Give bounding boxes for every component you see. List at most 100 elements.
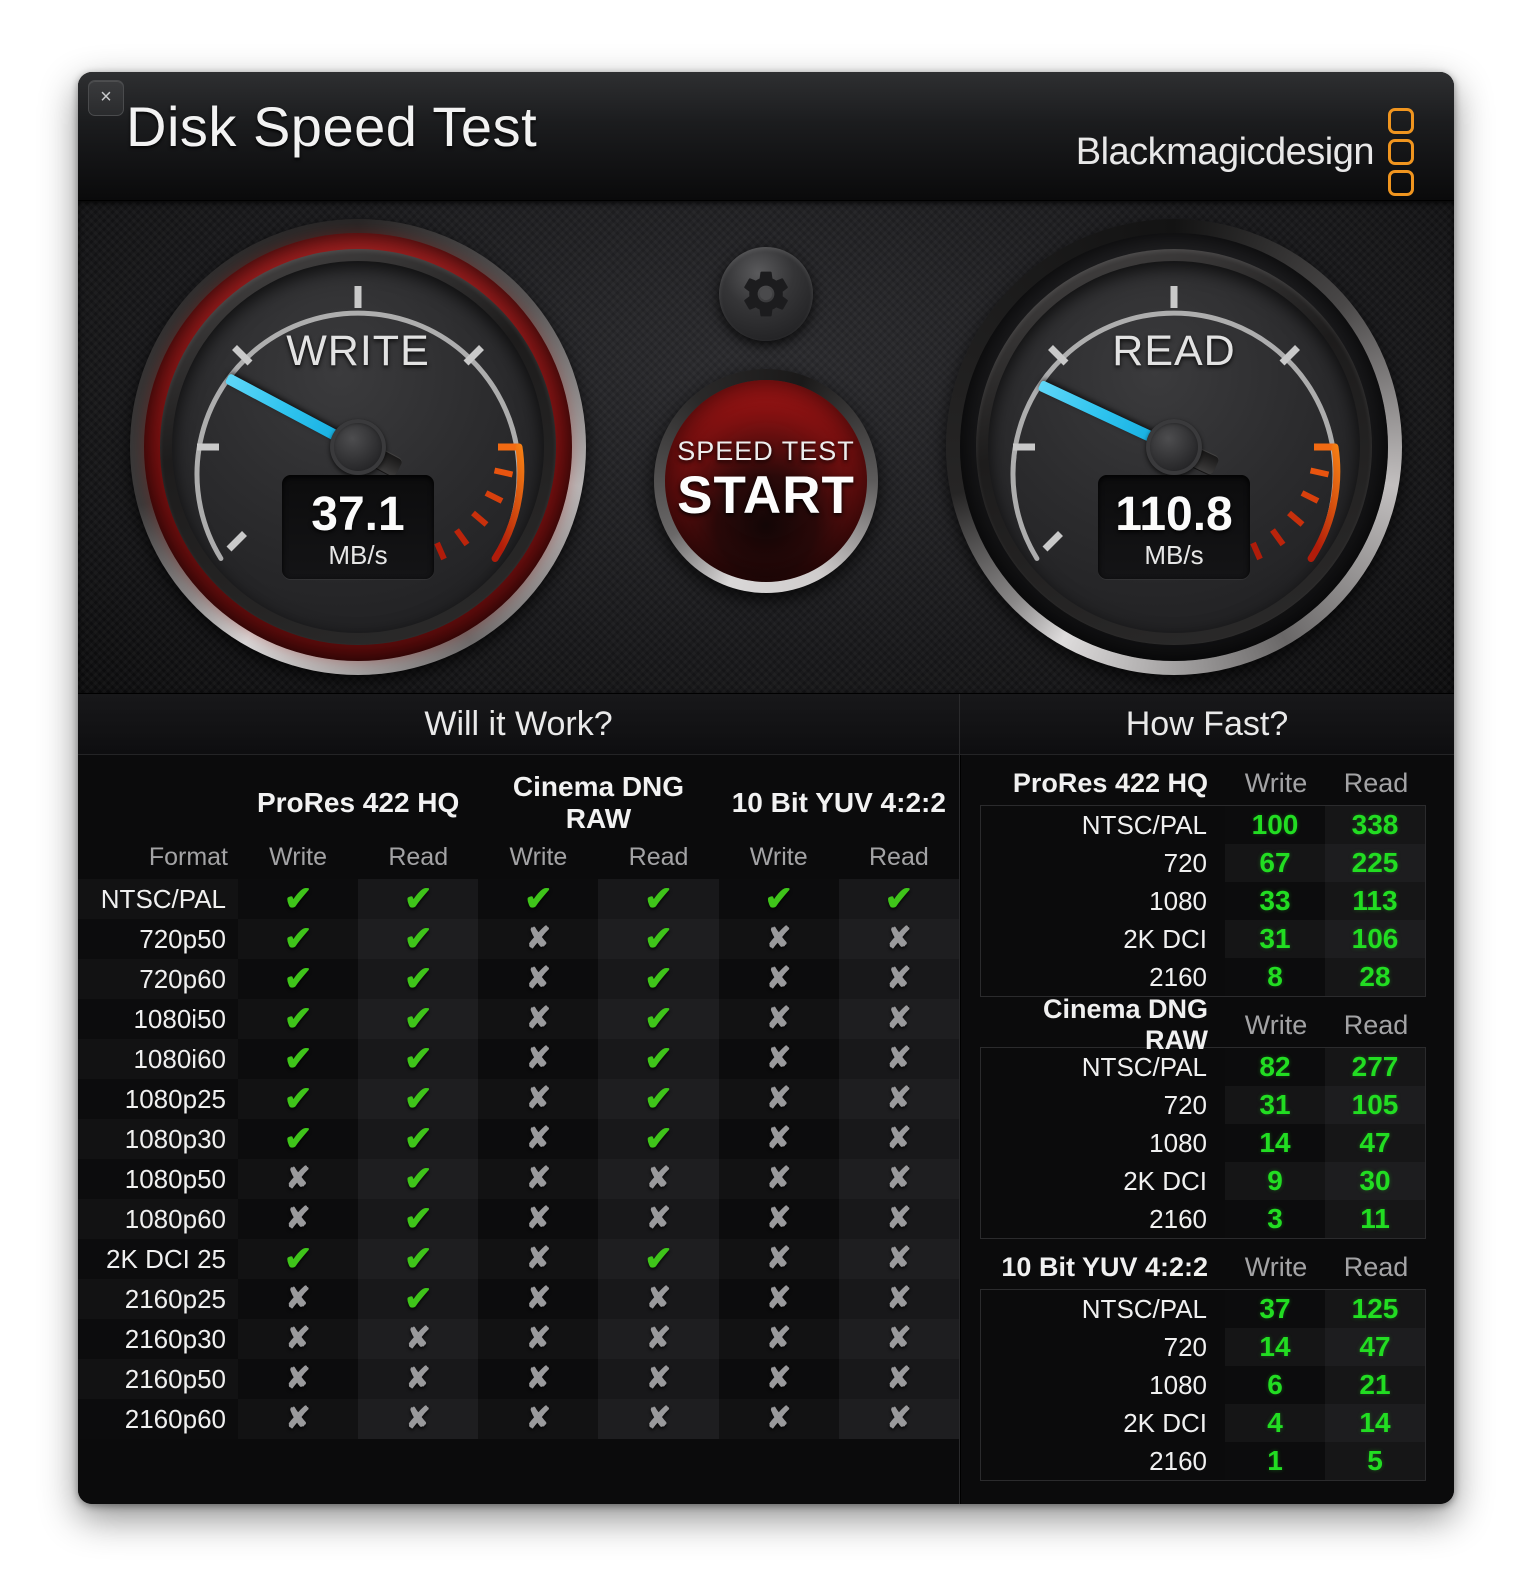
will-it-work-pane: Will it Work? ProRes 422 HQ Cinema DNG R… bbox=[78, 694, 959, 1504]
cross-icon: ✘ bbox=[525, 1282, 551, 1315]
col-header-write: Write bbox=[1244, 1251, 1308, 1282]
cross-icon: ✘ bbox=[645, 1202, 672, 1235]
support-no-cell: ✘ bbox=[478, 1079, 599, 1119]
close-icon[interactable]: × bbox=[88, 80, 124, 116]
write-fps-value: 82 bbox=[1225, 1048, 1325, 1086]
will-it-work-thead: ProRes 422 HQ Cinema DNG RAW 10 Bit YUV … bbox=[78, 755, 959, 879]
check-icon: ✔ bbox=[644, 920, 673, 958]
resolution-label: NTSC/PAL bbox=[1081, 1051, 1207, 1082]
check-icon: ✔ bbox=[644, 1120, 673, 1158]
support-yes-cell: ✔ bbox=[238, 999, 359, 1039]
cross-icon: ✘ bbox=[886, 1082, 912, 1115]
read-gauge: READ 110.8 MB/s bbox=[946, 219, 1402, 675]
col-header-read: Read bbox=[1343, 1009, 1409, 1040]
read-fps-value: 47 bbox=[1325, 1328, 1425, 1366]
cross-icon: ✘ bbox=[766, 1322, 792, 1355]
support-no-cell: ✘ bbox=[718, 1319, 839, 1359]
how-fast-group: 10 Bit YUV 4:2:2 Write Read NTSC/PAL 37 125 72… bbox=[980, 1245, 1426, 1481]
read-value: 110.8 bbox=[1115, 488, 1233, 541]
read-fps-value: 338 bbox=[1325, 806, 1425, 844]
table-row: 2160p25 ✘ ✔ ✘ ✘ ✘ ✘ bbox=[78, 1279, 959, 1319]
support-yes-cell: ✔ bbox=[238, 1039, 359, 1079]
write-fps-value: 3 bbox=[1225, 1200, 1325, 1238]
write-value: 37.1 bbox=[311, 488, 405, 541]
support-no-cell: ✘ bbox=[598, 1399, 719, 1439]
table-row: 2160 1 5 bbox=[981, 1442, 1425, 1480]
read-fps-value: 277 bbox=[1325, 1048, 1425, 1086]
support-no-cell: ✘ bbox=[598, 1359, 719, 1399]
read-fps-value: 47 bbox=[1325, 1124, 1425, 1162]
cross-icon: ✘ bbox=[525, 1242, 551, 1275]
cross-icon: ✘ bbox=[525, 1402, 551, 1435]
cross-icon: ✘ bbox=[886, 1122, 912, 1155]
logo-square-3 bbox=[1388, 170, 1414, 196]
cross-icon: ✘ bbox=[405, 1362, 431, 1395]
support-no-cell: ✘ bbox=[718, 1359, 839, 1399]
cross-icon: ✘ bbox=[645, 1322, 672, 1355]
table-row: NTSC/PAL 37 125 bbox=[981, 1290, 1425, 1328]
check-icon: ✔ bbox=[764, 880, 793, 918]
table-row: 2160p60 ✘ ✘ ✘ ✘ ✘ ✘ bbox=[78, 1399, 959, 1439]
cross-icon: ✘ bbox=[405, 1402, 431, 1435]
how-fast-rows: NTSC/PAL 100 338 720 67 225 1080 33 113 2K DCI 31 1… bbox=[980, 805, 1426, 997]
resolution-label: 2160 bbox=[1149, 1445, 1207, 1476]
write-fps-value: 31 bbox=[1225, 1086, 1325, 1124]
table-row: 1080i50 ✔ ✔ ✘ ✔ ✘ ✘ bbox=[78, 999, 959, 1039]
how-fast-pane: How Fast? ProRes 422 HQ Write Read NTSC/PAL… bbox=[960, 694, 1454, 1504]
group-header-dng: Cinema DNG RAW bbox=[512, 771, 685, 834]
how-fast-body: ProRes 422 HQ Write Read NTSC/PAL 100 338 720 6… bbox=[960, 755, 1454, 1481]
read-gauge-label: READ bbox=[1112, 327, 1236, 375]
support-no-cell: ✘ bbox=[718, 1079, 839, 1119]
support-yes-cell: ✔ bbox=[358, 999, 479, 1039]
resolution-label: NTSC/PAL bbox=[1081, 1293, 1207, 1324]
col-header-write: Write bbox=[1244, 767, 1308, 798]
cross-icon: ✘ bbox=[525, 922, 551, 955]
write-fps-value: 67 bbox=[1225, 844, 1325, 882]
group-name: ProRes 422 HQ bbox=[1012, 767, 1208, 798]
cross-icon: ✘ bbox=[525, 1082, 551, 1115]
blackmagic-squares-icon bbox=[1388, 108, 1414, 196]
cross-icon: ✘ bbox=[525, 1162, 551, 1195]
subheader-dng-read: Read bbox=[628, 842, 689, 871]
support-no-cell: ✘ bbox=[838, 1079, 959, 1119]
check-icon: ✔ bbox=[644, 1040, 673, 1078]
how-fast-group-header: ProRes 422 HQ Write Read bbox=[980, 761, 1426, 805]
format-label: 720p50 bbox=[78, 919, 238, 959]
support-yes-cell: ✔ bbox=[358, 1239, 479, 1279]
cross-icon: ✘ bbox=[525, 1002, 551, 1035]
support-no-cell: ✘ bbox=[838, 999, 959, 1039]
support-no-cell: ✘ bbox=[238, 1399, 359, 1439]
format-label: 1080i50 bbox=[78, 999, 238, 1039]
check-icon: ✔ bbox=[283, 1000, 313, 1038]
how-fast-title: How Fast? bbox=[1125, 704, 1289, 743]
check-icon: ✔ bbox=[283, 920, 313, 958]
resolution-label: 2K DCI bbox=[1123, 1407, 1207, 1438]
support-no-cell: ✘ bbox=[838, 1319, 959, 1359]
check-icon: ✔ bbox=[403, 1120, 433, 1158]
cross-icon: ✘ bbox=[766, 1242, 792, 1275]
support-no-cell: ✘ bbox=[838, 1199, 959, 1239]
read-gauge-hub bbox=[1146, 419, 1202, 475]
will-it-work-title: Will it Work? bbox=[424, 704, 613, 743]
support-yes-cell: ✔ bbox=[478, 879, 599, 919]
settings-button[interactable] bbox=[719, 247, 813, 341]
speed-test-start-button[interactable]: SPEED TEST START bbox=[654, 369, 878, 593]
table-row: 2K DCI 9 30 bbox=[981, 1162, 1425, 1200]
support-no-cell: ✘ bbox=[718, 1199, 839, 1239]
will-it-work-header: Will it Work? bbox=[78, 694, 959, 755]
table-row: 1080p30 ✔ ✔ ✘ ✔ ✘ ✘ bbox=[78, 1119, 959, 1159]
cross-icon: ✘ bbox=[525, 1122, 551, 1155]
table-row: 720p50 ✔ ✔ ✘ ✔ ✘ ✘ bbox=[78, 919, 959, 959]
cross-icon: ✘ bbox=[766, 922, 792, 955]
table-row: 720 14 47 bbox=[981, 1328, 1425, 1366]
read-fps-value: 21 bbox=[1325, 1366, 1425, 1404]
table-row: 1080p50 ✘ ✔ ✘ ✘ ✘ ✘ bbox=[78, 1159, 959, 1199]
subheader-format: Format bbox=[148, 842, 228, 871]
resolution-label: 1080 bbox=[1149, 1127, 1207, 1158]
logo-square-1 bbox=[1388, 108, 1414, 134]
cross-icon: ✘ bbox=[285, 1402, 311, 1435]
support-no-cell: ✘ bbox=[238, 1359, 359, 1399]
format-label: 2160p60 bbox=[78, 1399, 238, 1439]
cross-icon: ✘ bbox=[645, 1402, 672, 1435]
table-row: 1080p60 ✘ ✔ ✘ ✘ ✘ ✘ bbox=[78, 1199, 959, 1239]
